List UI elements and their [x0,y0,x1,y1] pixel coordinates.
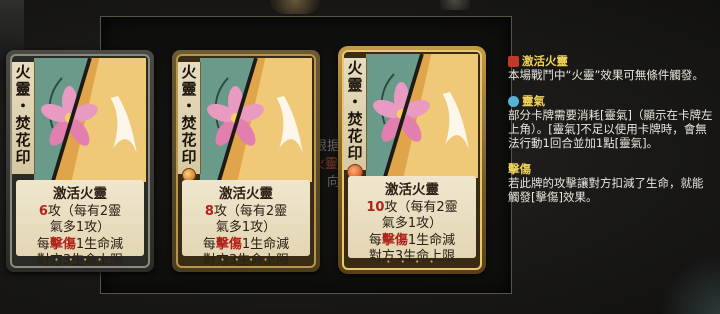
card-level-dots: • • • • [54,256,106,264]
tooltip-title: 擊傷 [508,162,531,176]
tooltip-title: 激活火靈 [522,54,568,68]
card-option[interactable]: 火 靈 ・ 焚 花 印 激活火靈 6攻（每有2靈 氣多1攻） 每擊傷1生命減 對… [6,50,154,272]
top-ornament-secondary [440,0,470,10]
tooltip-entry: 激活火靈 本場戰鬥中“火靈”效果可無條件觸發。 [508,54,714,82]
damage-value: 6 [38,203,48,219]
tooltip-entry: 靈氣 部分卡牌需要消耗[靈氣]（顯示在卡牌左上角）。[靈氣]不足以使用卡牌時，會… [508,94,714,150]
card-description: 激活火靈 6攻（每有2靈 氣多1攻） 每擊傷1生命減 對方3生命上限 [16,180,144,266]
card-description: 激活火靈 10攻（每有2靈 氣多1攻） 每擊傷1生命減 對方3生命上限 [348,176,476,264]
keyword-tooltip: 激活火靈 本場戰鬥中“火靈”效果可無條件觸發。 靈氣 部分卡牌需要消耗[靈氣]（… [508,54,714,216]
flower-art-icon [366,54,478,178]
flower-art-icon [34,58,146,182]
damage-value: 10 [366,199,385,215]
keyword-wound: 擊傷 [381,232,408,248]
card-art [34,58,146,182]
tooltip-body: 部分卡牌需要消耗[靈氣]（顯示在卡牌左上角）。[靈氣]不足以使用卡牌時，會無法行… [508,108,713,150]
card-effect-title: 激活火靈 [219,186,273,202]
corner-decoration-right [660,254,720,314]
card-name: 火 靈 ・ 焚 花 印 [12,62,35,174]
card-level-dots: • • • • [386,258,438,266]
tooltip-entry: 擊傷 若此牌的攻擊讓對方扣減了生命，就能觸發[擊傷]效果。 [508,162,714,204]
keyword-wound: 擊傷 [49,236,76,252]
card-level-dots: • • • • [220,256,272,264]
card-frame: 火 靈 ・ 焚 花 印 激活火靈 6攻（每有2靈 氣多1攻） 每擊傷1生命減 對… [10,54,150,268]
spirit-qi-icon [508,95,519,107]
card-name: 火 靈 ・ 焚 花 印 [178,62,201,174]
tooltip-title: 靈氣 [522,94,545,108]
card-frame: 火 靈 ・ 焚 花 印 激活火靈 8攻（每有2靈 氣多1攻） 每擊傷1生命減 對… [176,54,316,268]
card-effect-title: 激活火靈 [53,186,107,202]
card-description: 激活火靈 8攻（每有2靈 氣多1攻） 每擊傷1生命減 對方3生命上限 [182,180,310,266]
tooltip-body: 本場戰鬥中“火靈”效果可無條件觸發。 [508,68,704,82]
top-ornament [270,0,320,14]
card-art [200,58,312,182]
tooltip-body: 若此牌的攻擊讓對方扣減了生命，就能觸發[擊傷]效果。 [508,176,704,204]
flower-art-icon [200,58,312,182]
card-option[interactable]: 火 靈 ・ 焚 花 印 激活火靈 8攻（每有2靈 氣多1攻） 每擊傷1生命減 對… [172,50,320,272]
card-frame: 火 靈 ・ 焚 花 印 激活火靈 10攻（每有2靈 氣多1攻） 每擊傷1生命減 … [342,50,482,270]
card-effect-title: 激活火靈 [385,182,439,198]
keyword-wound: 擊傷 [215,236,242,252]
damage-value: 8 [204,203,214,219]
card-art [366,54,478,178]
fire-seal-icon [508,55,519,67]
card-name: 火 靈 ・ 焚 花 印 [344,58,367,170]
card-option[interactable]: 火 靈 ・ 焚 花 印 激活火靈 10攻（每有2靈 氣多1攻） 每擊傷1生命減 … [338,46,486,274]
